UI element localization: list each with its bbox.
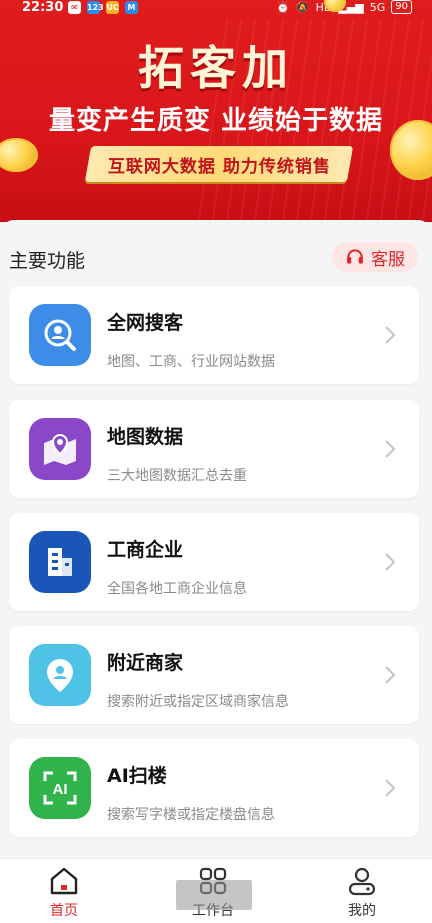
tab-label: 首页: [50, 903, 78, 919]
toast-overlay: [176, 880, 252, 910]
status-time: 22:30: [22, 0, 64, 15]
customer-service-label: 客服: [371, 249, 405, 270]
main-content: 主要功能 客服 全网搜客 地图、工商、行业网站数据 地图数据 三大地图数据汇总去…: [0, 220, 432, 860]
feature-title: 附近商家: [107, 652, 184, 674]
status-bar: 22:30 ✉ 123 UC M ⏰ 🔕 HD ▂▄▆ 5G 90: [0, 0, 432, 16]
tab-home[interactable]: 首页: [14, 859, 114, 923]
feature-desc: 搜索写字楼或指定楼盘信息: [107, 807, 275, 823]
feature-title: 工商企业: [107, 539, 184, 561]
feature-desc: 搜索附近或指定区域商家信息: [107, 694, 289, 710]
building-icon: [29, 531, 91, 593]
feature-desc: 三大地图数据汇总去重: [107, 468, 247, 484]
status-app-icons: ✉ 123 UC M: [68, 1, 138, 14]
profile-icon: [348, 867, 376, 896]
chevron-right-icon: [385, 440, 396, 458]
section-title: 主要功能: [9, 250, 86, 272]
chevron-right-icon: [385, 326, 396, 344]
calendar-app-icon: 123: [87, 1, 104, 14]
alarm-icon: ⏰: [276, 0, 290, 14]
feature-desc: 地图、工商、行业网站数据: [107, 354, 275, 370]
chevron-right-icon: [385, 666, 396, 684]
ai-scan-icon: AI: [29, 757, 91, 819]
chat-app-icon: ✉: [68, 1, 81, 14]
home-icon: [50, 867, 78, 895]
chevron-right-icon: [385, 553, 396, 571]
svg-text:AI: AI: [53, 781, 68, 798]
ribbon-text: 互联网大数据 助力传统销售: [107, 156, 331, 177]
location-icon: [29, 644, 91, 706]
chevron-right-icon: [385, 779, 396, 797]
feature-card-map[interactable]: 地图数据 三大地图数据汇总去重: [9, 400, 419, 498]
feature-card-ai-scan[interactable]: AI AI扫楼 搜索写字楼或指定楼盘信息: [9, 739, 419, 837]
feature-card-nearby[interactable]: 附近商家 搜索附近或指定区域商家信息: [9, 626, 419, 724]
search-user-icon: [29, 304, 91, 366]
feature-title: AI扫楼: [107, 765, 167, 787]
feature-card-business[interactable]: 工商企业 全国各地工商企业信息: [9, 513, 419, 611]
tab-label: 我的: [348, 903, 376, 919]
coin-decoration: [0, 138, 38, 172]
feature-card-search[interactable]: 全网搜客 地图、工商、行业网站数据: [9, 286, 419, 384]
banner-slogan: 量变产生质变 业绩始于数据: [48, 106, 384, 136]
mute-icon: 🔕: [295, 0, 310, 14]
coin-decoration: [390, 120, 432, 180]
banner-title: 拓客加: [138, 41, 294, 95]
message-app-icon: M: [125, 1, 138, 14]
hero-banner: 22:30 ✉ 123 UC M ⏰ 🔕 HD ▂▄▆ 5G 90 拓客加 量变…: [0, 0, 432, 222]
battery-indicator: 90: [391, 0, 412, 14]
map-pin-icon: [29, 418, 91, 480]
feature-title: 地图数据: [107, 426, 184, 448]
uc-app-icon: UC: [106, 1, 119, 14]
customer-service-button[interactable]: 客服: [332, 242, 418, 272]
feature-title: 全网搜客: [107, 312, 184, 334]
headset-icon: [347, 249, 363, 264]
network-type: 5G: [369, 0, 386, 14]
banner-ribbon: 互联网大数据 助力传统销售: [84, 146, 354, 182]
feature-desc: 全国各地工商企业信息: [107, 581, 247, 597]
tab-profile[interactable]: 我的: [312, 859, 412, 923]
